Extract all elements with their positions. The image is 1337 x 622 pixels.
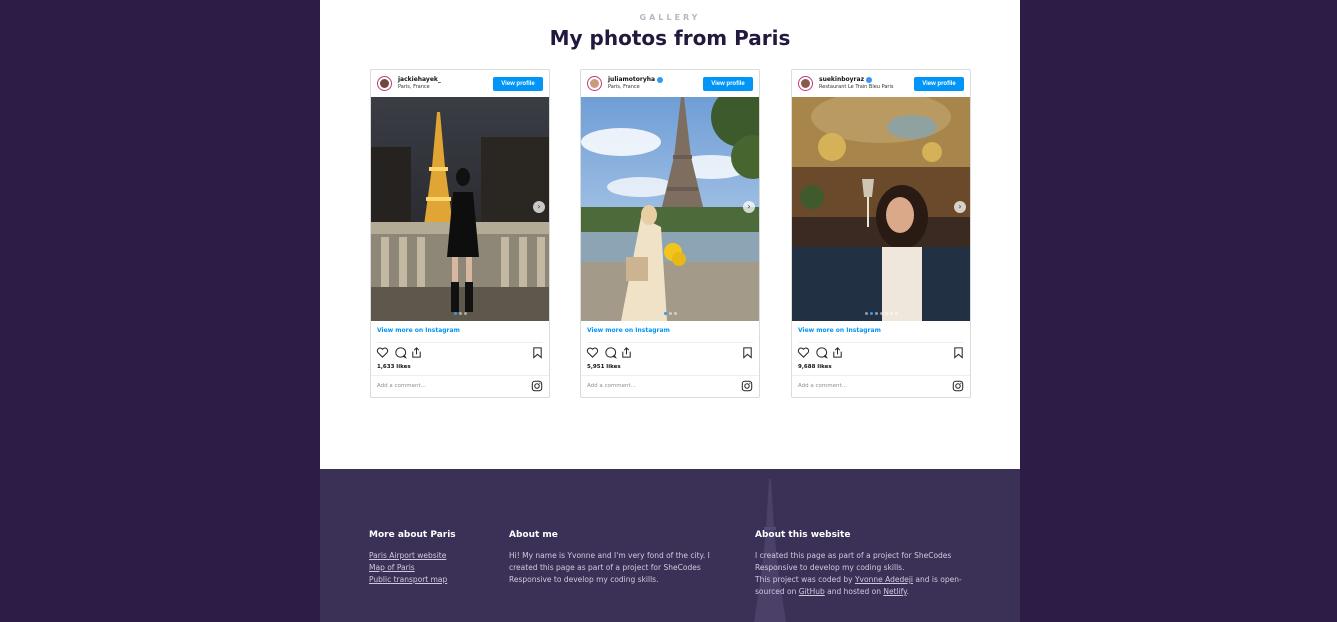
gallery-section: GALLERY My photos from Paris jackiehayek… <box>320 0 1020 469</box>
avatar[interactable] <box>377 76 392 91</box>
heart-icon[interactable] <box>797 346 810 359</box>
carousel-dots <box>581 312 759 315</box>
bookmark-icon[interactable] <box>741 346 754 359</box>
instagram-post-2: juliamotoryha Paris, France View profile <box>580 69 760 398</box>
heart-icon[interactable] <box>376 346 389 359</box>
footer-more-about-paris: More about Paris Paris Airport website M… <box>369 530 489 586</box>
about-website-text: I created this page as part of a project… <box>755 551 962 596</box>
instagram-icon[interactable] <box>952 380 964 392</box>
view-profile-button[interactable]: View profile <box>703 77 753 91</box>
eiffel-night-photo <box>371 97 549 321</box>
comment-input[interactable]: Add a comment... <box>587 383 636 389</box>
post-actions <box>797 346 965 360</box>
comment-input[interactable]: Add a comment... <box>377 383 426 389</box>
carousel-next-icon[interactable]: › <box>954 201 966 213</box>
divider <box>587 342 753 343</box>
footer-about-me: About me Hi! My name is Yvonne and I'm v… <box>509 530 727 586</box>
view-more-link[interactable]: View more on Instagram <box>587 327 670 334</box>
likes-count: 9,688 likes <box>798 364 832 370</box>
map-of-paris-link[interactable]: Map of Paris <box>369 562 489 574</box>
username[interactable]: juliamotoryha <box>608 76 664 83</box>
share-icon[interactable] <box>620 346 633 359</box>
post-location[interactable]: Paris, France <box>608 84 640 90</box>
post-actions <box>586 346 754 360</box>
public-transport-link[interactable]: Public transport map <box>369 574 489 586</box>
footer-heading: More about Paris <box>369 530 456 540</box>
page: GALLERY My photos from Paris jackiehayek… <box>320 0 1020 622</box>
github-link[interactable]: GitHub <box>799 587 825 596</box>
view-more-link[interactable]: View more on Instagram <box>377 327 460 334</box>
comment-icon[interactable] <box>815 346 828 359</box>
paris-airport-link[interactable]: Paris Airport website <box>369 550 489 562</box>
comment-icon[interactable] <box>394 346 407 359</box>
divider <box>792 375 970 376</box>
divider <box>798 342 964 343</box>
post-location[interactable]: Paris, France <box>398 84 430 90</box>
post-photo[interactable]: › <box>371 97 549 321</box>
about-me-text: Hi! My name is Yvonne and I'm very fond … <box>509 551 710 584</box>
view-profile-button[interactable]: View profile <box>493 77 543 91</box>
post-actions <box>376 346 544 360</box>
post-photo[interactable]: › <box>792 97 970 321</box>
divider <box>377 342 543 343</box>
instagram-post-1: jackiehayek_ Paris, France View profile <box>370 69 550 398</box>
post-location[interactable]: Restaurant Le Train Bleu Paris <box>819 84 893 90</box>
view-more-link[interactable]: View more on Instagram <box>798 327 881 334</box>
gallery-title: My photos from Paris <box>549 26 791 50</box>
instagram-post-3: suekinboyraz Restaurant Le Train Bleu Pa… <box>791 69 971 398</box>
view-profile-button[interactable]: View profile <box>914 77 964 91</box>
footer-heading: About me <box>509 530 558 540</box>
comment-input[interactable]: Add a comment... <box>798 383 847 389</box>
verified-badge-icon <box>866 76 873 83</box>
carousel-next-icon[interactable]: › <box>533 201 545 213</box>
post-header: suekinboyraz Restaurant Le Train Bleu Pa… <box>792 70 970 97</box>
footer: More about Paris Paris Airport website M… <box>320 469 1020 622</box>
footer-about-website: About this website I created this page a… <box>755 530 970 598</box>
instagram-icon[interactable] <box>741 380 753 392</box>
carousel-next-icon[interactable]: › <box>743 201 755 213</box>
comment-icon[interactable] <box>604 346 617 359</box>
avatar[interactable] <box>798 76 813 91</box>
post-header: juliamotoryha Paris, France View profile <box>581 70 759 97</box>
restaurant-photo <box>792 97 970 321</box>
post-header: jackiehayek_ Paris, France View profile <box>371 70 549 97</box>
heart-icon[interactable] <box>586 346 599 359</box>
netlify-link[interactable]: Netlify <box>883 587 906 596</box>
post-photo[interactable]: › <box>581 97 759 321</box>
avatar[interactable] <box>587 76 602 91</box>
divider <box>581 375 759 376</box>
eiffel-day-photo <box>581 97 759 321</box>
instagram-icon[interactable] <box>531 380 543 392</box>
footer-heading: About this website <box>755 530 851 540</box>
likes-count: 1,633 likes <box>377 364 411 370</box>
share-icon[interactable] <box>410 346 423 359</box>
carousel-dots <box>792 312 970 315</box>
gallery-eyebrow: GALLERY <box>639 13 701 22</box>
divider <box>371 375 549 376</box>
carousel-dots <box>371 312 549 315</box>
bookmark-icon[interactable] <box>952 346 965 359</box>
bookmark-icon[interactable] <box>531 346 544 359</box>
username[interactable]: suekinboyraz <box>819 76 873 83</box>
share-icon[interactable] <box>831 346 844 359</box>
likes-count: 5,951 likes <box>587 364 621 370</box>
verified-badge-icon <box>657 76 664 83</box>
username[interactable]: jackiehayek_ <box>398 76 441 83</box>
author-link[interactable]: Yvonne Adedeji <box>855 575 913 584</box>
